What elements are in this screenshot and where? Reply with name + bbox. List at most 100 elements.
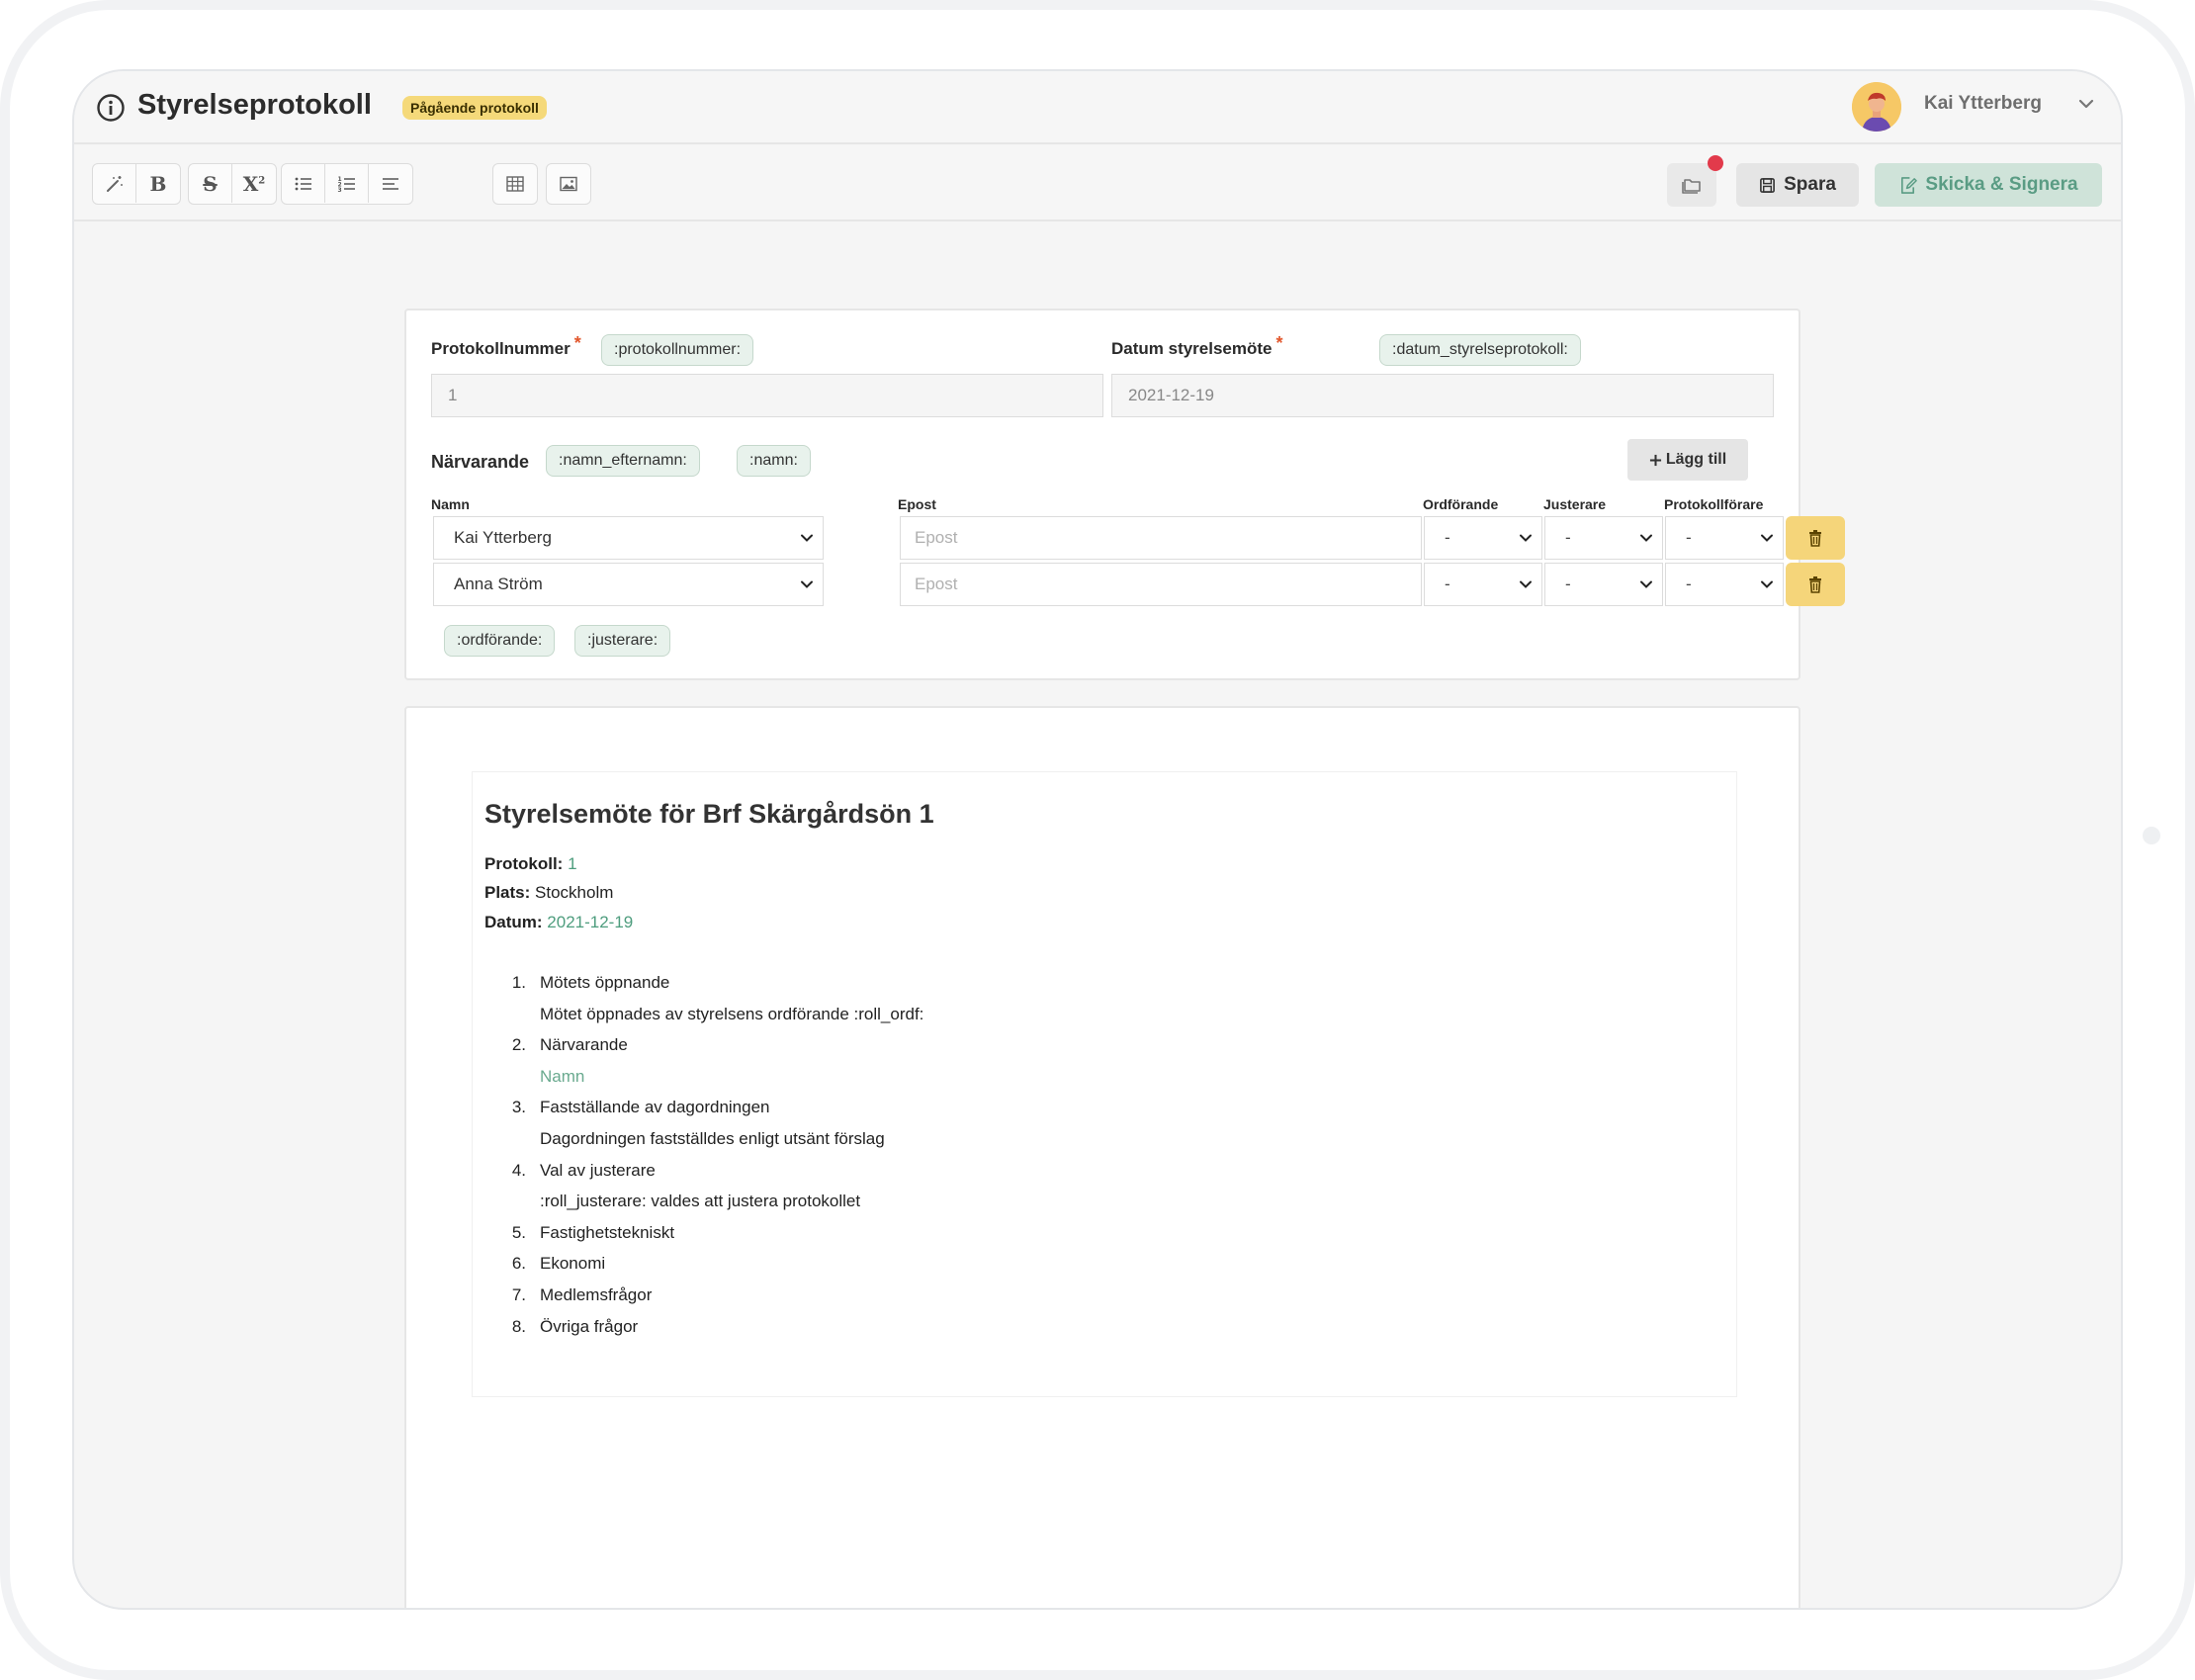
meeting-date-tag[interactable]: :datum_styrelseprotokoll:: [1379, 334, 1581, 366]
attendee-email-input[interactable]: Epost: [900, 516, 1422, 560]
agenda-item: 7. Medlemsfrågor: [502, 1280, 1392, 1311]
agenda-item-text: :roll_justerare: valdes att justera prot…: [540, 1192, 861, 1211]
adjuster-select[interactable]: -: [1544, 563, 1663, 606]
adjuster-role-tag[interactable]: :justerare:: [574, 625, 671, 657]
toolbar-group-table: [492, 163, 538, 205]
svg-text:3: 3: [337, 187, 341, 194]
send-sign-button[interactable]: Skicka & Signera: [1875, 163, 2102, 207]
place-meta-value: Stockholm: [535, 883, 614, 902]
app-header: Styrelseprotokoll Pågående protokoll Kai…: [74, 71, 2121, 144]
protocol-number-label-text: Protokollnummer: [431, 339, 571, 358]
image-button[interactable]: [547, 164, 590, 203]
chair-select[interactable]: -: [1424, 516, 1542, 560]
column-header-email: Epost: [898, 496, 936, 512]
table-button[interactable]: [493, 164, 537, 203]
agenda-item-number: 4.: [511, 1160, 526, 1180]
bullet-list-icon: [295, 177, 311, 190]
save-button[interactable]: Spara: [1736, 163, 1859, 207]
agenda-item-number: 7.: [511, 1284, 526, 1304]
protocol-form-card: Protokollnummer * :protokollnummer: 1 Dat…: [404, 309, 1845, 680]
agenda-item: 1. Mötets öppnande: [502, 967, 1392, 999]
document-title: Styrelsemöte för Brf Skärgårdsön 1: [484, 799, 934, 829]
magic-wand-icon: [106, 175, 123, 192]
place-meta-label: Plats:: [484, 883, 531, 902]
add-attendee-button[interactable]: Lägg till: [1627, 439, 1748, 481]
avatar[interactable]: [1852, 82, 1901, 132]
chevron-down-icon: [801, 534, 813, 542]
bold-button[interactable]: B: [136, 164, 180, 203]
magic-wand-button[interactable]: [93, 164, 136, 203]
agenda-item-number: 5.: [511, 1222, 526, 1242]
superscript-icon: X2: [242, 171, 266, 196]
attendee-name-select[interactable]: Kai Ytterberg: [433, 516, 824, 560]
attendee-fullname-tag[interactable]: :namn_efternamn:: [546, 445, 700, 477]
strikethrough-button[interactable]: S: [189, 164, 232, 203]
adjuster-value: -: [1565, 575, 1571, 593]
agenda-item: 3. Fastställande av dagordningen: [502, 1092, 1392, 1123]
sign-document-icon: [1901, 176, 1918, 194]
agenda-item-text: Dagordningen fastställdes enligt utsänt …: [540, 1128, 885, 1148]
agenda-item: 4. Val av justerare: [502, 1155, 1392, 1187]
secretary-value: -: [1686, 528, 1692, 547]
page-title: Styrelseprotokoll: [137, 89, 372, 121]
attendee-name-select[interactable]: Anna Ström: [433, 563, 824, 606]
attendee-name-tag[interactable]: :namn:: [737, 445, 811, 477]
delete-attendee-button[interactable]: [1786, 563, 1845, 606]
bullet-list-button[interactable]: [282, 164, 325, 203]
meeting-date-label-text: Datum styrelsemöte: [1111, 339, 1273, 358]
table-icon: [506, 175, 524, 192]
secretary-select[interactable]: -: [1665, 516, 1784, 560]
user-name[interactable]: Kai Ytterberg: [1924, 93, 2042, 115]
attendee-name-value: Anna Ström: [454, 575, 543, 593]
device-camera-dot: [2143, 827, 2160, 844]
agenda-item: 2. Närvarande: [502, 1029, 1392, 1061]
chevron-down-icon: [801, 580, 813, 588]
document-preview-card: Styrelsemöte för Brf Skärgårdsön 1 Proto…: [404, 706, 1800, 1608]
chair-select[interactable]: -: [1424, 563, 1542, 606]
numbered-list-button[interactable]: 1 2 3: [325, 164, 369, 203]
chevron-down-icon[interactable]: [2075, 93, 2097, 115]
meeting-date-label: Datum styrelsemöte *: [1111, 333, 1283, 359]
secretary-value: -: [1686, 575, 1692, 593]
agenda-item-number: 6.: [511, 1254, 526, 1274]
protocol-number-tag[interactable]: :protokollnummer:: [601, 334, 754, 366]
trash-icon: [1809, 530, 1821, 547]
attendees-label: Närvarande: [431, 452, 530, 472]
date-meta-label: Datum:: [484, 913, 543, 931]
chair-role-tag[interactable]: :ordförande:: [444, 625, 556, 657]
chair-value: -: [1445, 575, 1450, 593]
documents-button[interactable]: [1667, 163, 1716, 207]
align-left-icon: [383, 177, 398, 190]
column-header-adjuster: Justerare: [1543, 496, 1607, 512]
place-meta-line: Plats: Stockholm: [484, 883, 613, 903]
agenda-item-number: 8.: [511, 1316, 526, 1336]
trash-icon: [1809, 576, 1821, 593]
required-marker: *: [1275, 333, 1283, 353]
meeting-date-input[interactable]: 2021-12-19: [1111, 374, 1774, 417]
chevron-down-icon: [1761, 534, 1773, 542]
agenda-item-text: Ekonomi: [540, 1254, 606, 1274]
agenda-item-text: Val av justerare: [540, 1160, 656, 1180]
status-badge: Pågående protokoll: [402, 96, 547, 120]
column-header-secretary: Protokollförare: [1664, 496, 1764, 512]
date-meta-value: 2021-12-19: [547, 913, 634, 931]
delete-attendee-button[interactable]: [1786, 516, 1845, 560]
align-button[interactable]: [369, 164, 412, 203]
superscript-button[interactable]: X2: [232, 164, 276, 203]
editor-toolbar: B S X2 1 2 3 Spara Skicka & Signera: [74, 146, 2121, 221]
adjuster-select[interactable]: -: [1544, 516, 1663, 560]
info-icon[interactable]: [96, 93, 126, 123]
agenda-item-number: 3.: [511, 1098, 526, 1117]
agenda-item-text: Medlemsfrågor: [540, 1284, 653, 1304]
chevron-down-icon: [1520, 534, 1532, 542]
required-marker: *: [573, 333, 581, 353]
protocol-number-input[interactable]: 1: [431, 374, 1103, 417]
agenda-item: 6. Ekonomi: [502, 1248, 1392, 1280]
document-editor[interactable]: Styrelsemöte för Brf Skärgårdsön 1 Proto…: [472, 771, 1737, 1397]
agenda-item-text: Närvarande: [540, 1035, 628, 1055]
secretary-select[interactable]: -: [1665, 563, 1784, 606]
agenda-item: 8. Övriga frågor: [502, 1311, 1392, 1343]
add-attendee-label: Lägg till: [1665, 451, 1727, 468]
attendee-email-input[interactable]: Epost: [900, 563, 1422, 606]
chair-value: -: [1445, 528, 1450, 547]
